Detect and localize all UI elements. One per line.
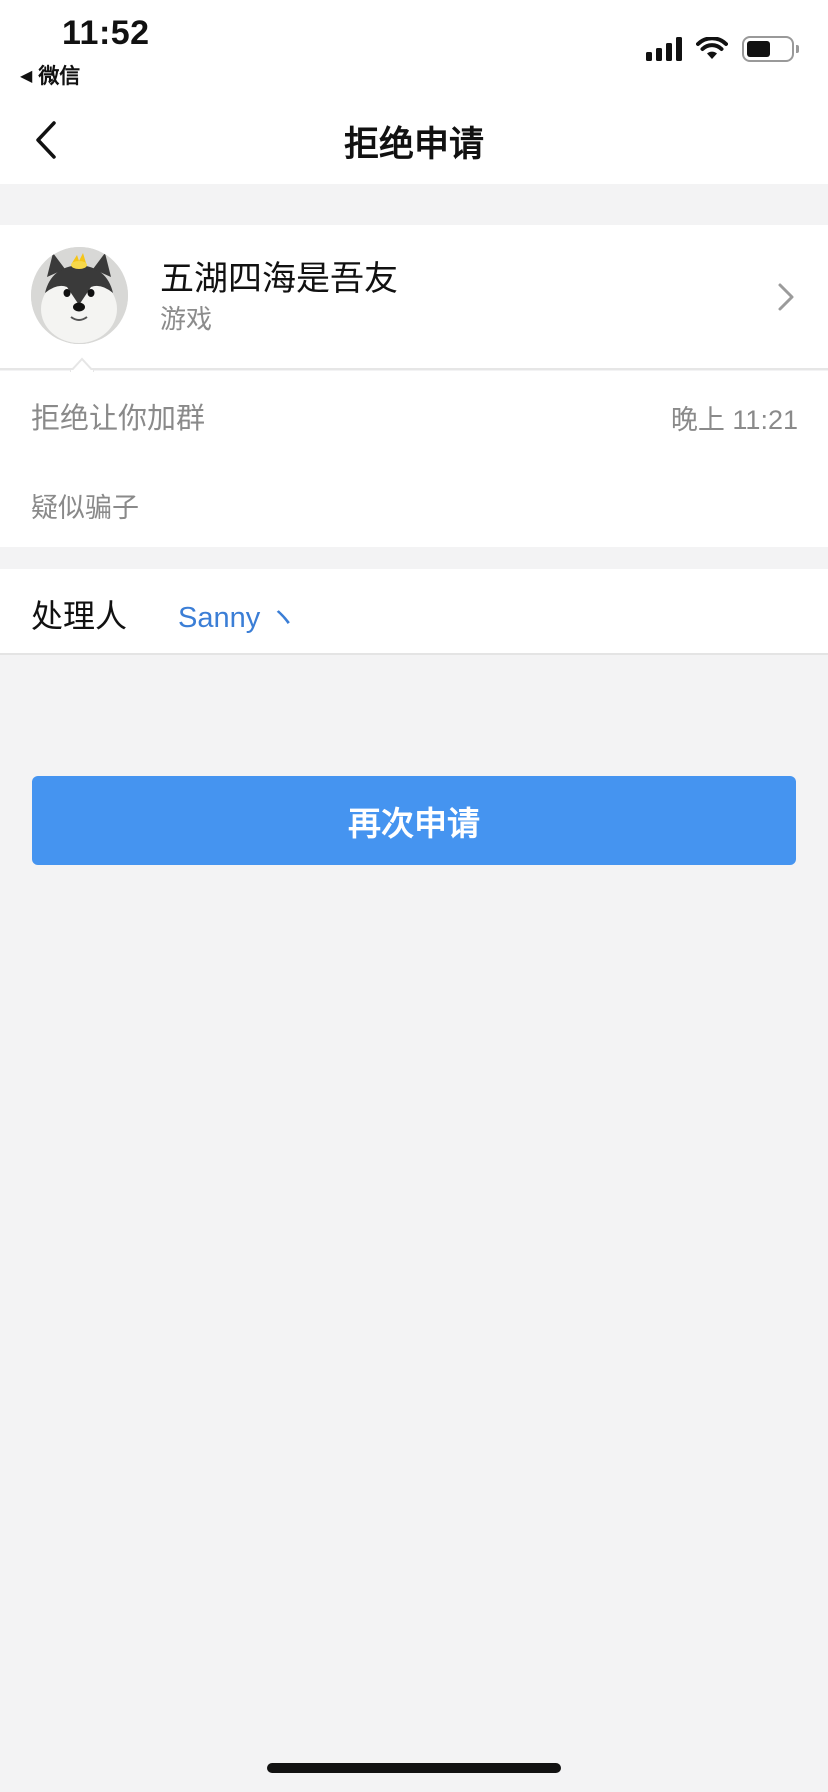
- status-indicators: [646, 36, 799, 62]
- battery-icon: [742, 36, 799, 62]
- rejection-details: 拒绝让你加群 晚上 11:21 疑似骗子: [0, 371, 828, 547]
- handler-row: 处理人 Sanny ヽ: [0, 569, 828, 655]
- chevron-right-icon: [778, 283, 794, 311]
- back-triangle-icon: ◀: [20, 65, 33, 85]
- rejection-time: 晚上 11:21: [670, 405, 798, 435]
- status-bar: 11:52 ◀ 微信: [0, 0, 828, 96]
- page-title: 拒绝申请: [343, 125, 484, 165]
- group-name: 五湖四海是吾友: [160, 259, 398, 299]
- rejection-reason: 疑似骗子: [31, 493, 139, 524]
- status-time: 11:52: [62, 14, 150, 52]
- rejection-title: 拒绝让你加群: [31, 401, 206, 435]
- handler-label: 处理人: [31, 597, 128, 635]
- group-info-card[interactable]: 五湖四海是吾友 游戏: [0, 225, 828, 370]
- group-category: 游戏: [160, 305, 213, 335]
- reapply-button[interactable]: 再次申请: [32, 776, 796, 865]
- home-indicator[interactable]: [267, 1763, 561, 1773]
- pointer-notch: [70, 357, 94, 372]
- husky-avatar-image: [31, 247, 128, 344]
- signal-icon: [646, 37, 682, 61]
- navigation-bar: 拒绝申请: [0, 96, 828, 184]
- group-avatar: [31, 247, 128, 344]
- wifi-icon: [696, 37, 728, 59]
- back-to-app-link[interactable]: ◀ 微信: [20, 60, 80, 90]
- handler-name-link[interactable]: Sanny ヽ: [178, 594, 297, 636]
- back-app-label: 微信: [38, 64, 81, 88]
